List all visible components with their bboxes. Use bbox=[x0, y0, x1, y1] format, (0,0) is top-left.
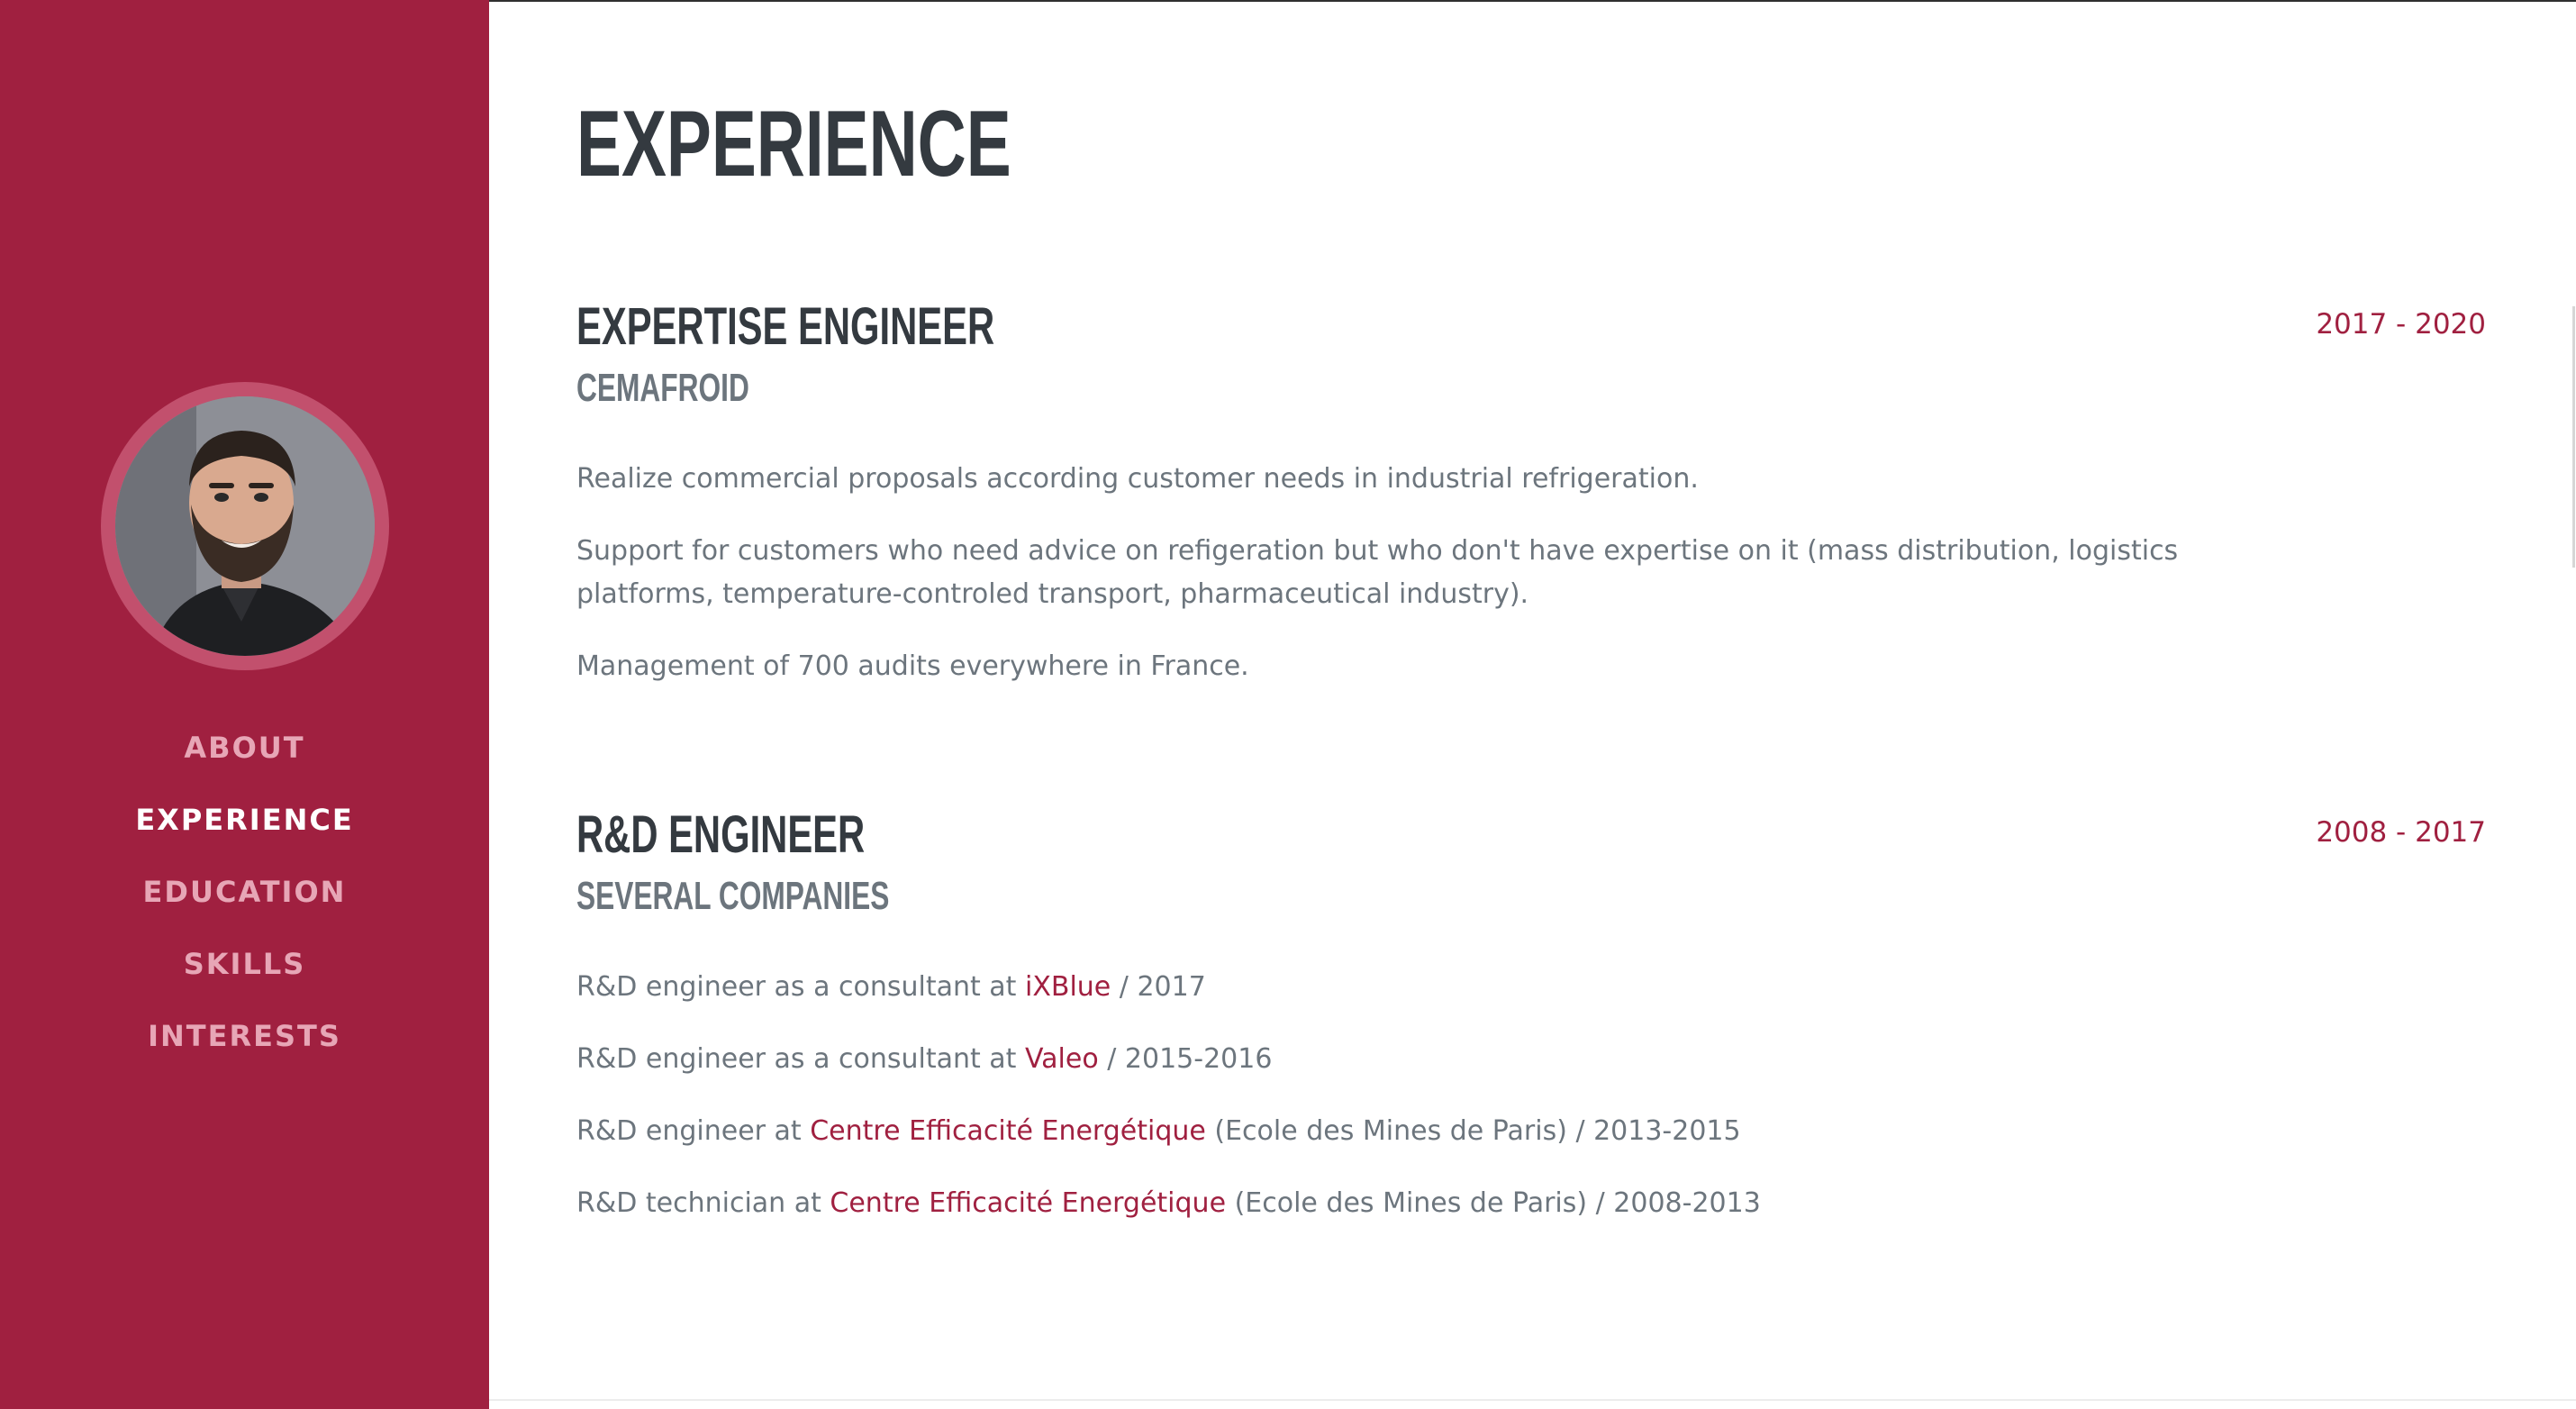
nav-item-education[interactable]: EDUCATION bbox=[0, 856, 489, 928]
job-description: Management of 700 audits everywhere in F… bbox=[576, 650, 1249, 682]
desc-text: (Ecole des Mines de Paris) / 2013-2015 bbox=[1205, 1115, 1741, 1147]
company-link-cee[interactable]: Centre Efficacité Energétique bbox=[830, 1187, 1226, 1219]
nav-item-experience[interactable]: EXPERIENCE bbox=[0, 784, 489, 856]
desc-text: / 2017 bbox=[1111, 971, 1206, 1003]
job-description: R&D engineer as a consultant at Valeo / … bbox=[576, 1038, 2324, 1081]
job-title: R&D ENGINEER bbox=[576, 805, 866, 864]
job-company: CEMAFROID bbox=[576, 366, 749, 410]
nav-item-skills[interactable]: SKILLS bbox=[0, 928, 489, 1000]
sidebar-nav: ABOUT EXPERIENCE EDUCATION SKILLS INTERE… bbox=[0, 712, 489, 1072]
avatar-photo bbox=[115, 396, 375, 656]
scrollbar[interactable] bbox=[2572, 306, 2575, 568]
desc-text: (Ecole des Mines de Paris) / 2008-2013 bbox=[1226, 1187, 1761, 1219]
desc-text: R&D engineer as a consultant at bbox=[576, 1043, 1025, 1075]
avatar bbox=[115, 396, 375, 656]
desc-text: R&D engineer at bbox=[576, 1115, 811, 1147]
job-description: Realize commercial proposals according c… bbox=[576, 463, 1699, 495]
job-title: EXPERTISE ENGINEER bbox=[576, 297, 995, 356]
page-title: EXPERIENCE bbox=[576, 92, 1011, 196]
job-company: SEVERAL COMPANIES bbox=[576, 874, 890, 918]
avatar-ring bbox=[101, 382, 389, 670]
desc-text: R&D engineer as a consultant at bbox=[576, 971, 1025, 1003]
job-dates: 2008 - 2017 bbox=[2316, 816, 2486, 849]
nav-item-interests[interactable]: INTERESTS bbox=[0, 1000, 489, 1072]
resume-page: ABOUT EXPERIENCE EDUCATION SKILLS INTERE… bbox=[0, 0, 2576, 1409]
company-link-cee[interactable]: Centre Efficacité Energétique bbox=[810, 1115, 1206, 1147]
desc-text: / 2015-2016 bbox=[1098, 1043, 1273, 1075]
job-dates: 2017 - 2020 bbox=[2316, 308, 2486, 341]
job-description: R&D engineer as a consultant at iXBlue /… bbox=[576, 966, 2324, 1009]
job-description: R&D technician at Centre Efficacité Ener… bbox=[576, 1182, 2324, 1225]
content-bottom-border bbox=[489, 1399, 2576, 1401]
job-description: Support for customers who need advice on… bbox=[576, 535, 2179, 610]
main-content: EXPERIENCE EXPERTISE ENGINEER CEMAFROID … bbox=[576, 0, 2486, 1409]
job-description: R&D engineer at Centre Efficacité Energé… bbox=[576, 1110, 2324, 1153]
company-link-valeo[interactable]: Valeo bbox=[1025, 1043, 1099, 1075]
nav-item-about[interactable]: ABOUT bbox=[0, 712, 489, 784]
company-link-ixblue[interactable]: iXBlue bbox=[1025, 971, 1111, 1003]
sidebar: ABOUT EXPERIENCE EDUCATION SKILLS INTERE… bbox=[0, 0, 489, 1409]
desc-text: R&D technician at bbox=[576, 1187, 830, 1219]
